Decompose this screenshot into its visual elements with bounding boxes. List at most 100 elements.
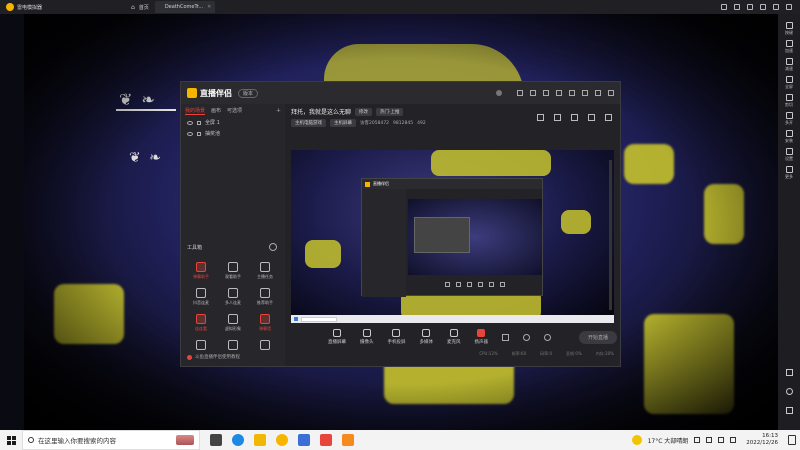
control-mic[interactable]: 麦克风 — [447, 329, 460, 345]
volume-icon[interactable] — [718, 437, 725, 443]
tool-item[interactable] — [249, 340, 281, 350]
room-tag[interactable]: 热门·上推 — [376, 107, 404, 116]
network-icon[interactable] — [706, 437, 713, 443]
app-icon[interactable] — [342, 434, 354, 446]
scene-item[interactable]: 全屏 1 — [187, 119, 281, 126]
lock-icon[interactable] — [197, 131, 201, 136]
start-button[interactable] — [0, 435, 22, 445]
tab-game[interactable]: DeathComeTr... ✕ — [154, 1, 215, 13]
sidebar-item-settings[interactable]: 设置 — [785, 148, 793, 162]
tool-item[interactable]: 主播任务 — [249, 262, 281, 280]
person-icon[interactable] — [694, 437, 701, 443]
ime-icon[interactable] — [730, 437, 737, 443]
add-scene-icon[interactable]: ＋ — [276, 107, 281, 115]
home-nav-icon[interactable] — [785, 388, 793, 395]
mail-icon[interactable] — [734, 4, 740, 10]
control-media[interactable]: 多媒体 — [419, 329, 433, 345]
notification-icon[interactable] — [788, 435, 796, 445]
share-icon[interactable] — [605, 114, 612, 121]
tool-label: 多人连麦 — [225, 300, 241, 305]
sidebar-item-fullscreen[interactable]: 全屏 — [785, 76, 793, 90]
maximize-icon[interactable] — [595, 90, 601, 96]
sidebar-item-install[interactable]: 安装 — [785, 130, 793, 144]
message-icon[interactable] — [517, 90, 523, 96]
gear-icon[interactable] — [543, 333, 551, 341]
tool-item[interactable]: 弹幕助手 — [185, 262, 217, 280]
record-icon[interactable] — [571, 114, 578, 121]
shirt-icon[interactable] — [556, 90, 562, 96]
version-badge[interactable]: 版本 — [238, 88, 259, 98]
clock[interactable]: 16:13 2022/12/26 — [746, 433, 778, 447]
sidebar-label: 更多 — [785, 174, 793, 179]
danmaku-icon — [196, 262, 206, 272]
folder-icon[interactable] — [254, 434, 266, 446]
maximize-icon[interactable] — [773, 4, 779, 10]
control-screen[interactable]: 直播屏幕 — [328, 329, 346, 345]
sidebar-item-multi[interactable]: 多开 — [785, 112, 793, 126]
screen-icon[interactable] — [530, 90, 536, 96]
control-camera[interactable]: 摄像头 — [360, 329, 373, 345]
weather-text[interactable]: 17°C 大部晴朗 — [648, 436, 689, 445]
menu-icon[interactable] — [569, 90, 575, 96]
close-tab-icon[interactable]: ✕ — [207, 4, 211, 10]
edit-title-button[interactable]: 修改 — [355, 107, 373, 116]
tool-item[interactable]: 多人连麦 — [217, 288, 249, 306]
category-chip[interactable]: 主机电脑游戏 — [291, 119, 326, 127]
eye-icon[interactable] — [187, 131, 193, 136]
tab-options[interactable]: 可选项 — [227, 107, 242, 115]
user-icon[interactable] — [721, 4, 727, 10]
tool-item[interactable] — [217, 340, 249, 350]
tab-home[interactable]: ⌂ 首页 — [125, 1, 155, 13]
control-speaker[interactable]: 扬声器 — [474, 329, 488, 345]
minimize-icon[interactable] — [582, 90, 588, 96]
install-icon — [785, 130, 793, 137]
minimize-icon[interactable] — [760, 4, 766, 10]
shop-icon[interactable] — [537, 114, 544, 121]
recent-apps-icon[interactable] — [785, 407, 793, 414]
tool-item[interactable]: 观看助手 — [217, 262, 249, 280]
sidebar-item-slow[interactable]: 减速 — [785, 58, 793, 72]
tool-item[interactable]: 虚拟形象 — [217, 314, 249, 332]
tool-item[interactable] — [185, 340, 217, 350]
start-live-button[interactable]: 开始直播 — [578, 330, 617, 344]
sidebar-item-more[interactable]: 更多 — [785, 166, 793, 180]
avatar[interactable] — [496, 90, 502, 96]
stream-app-taskbar-icon[interactable] — [276, 434, 288, 446]
app-icon[interactable] — [298, 434, 310, 446]
preview-highlight — [561, 210, 591, 234]
gift-icon[interactable] — [543, 90, 549, 96]
stream-preview[interactable]: 直播伴侣 — [291, 150, 614, 323]
menu-icon[interactable] — [747, 4, 753, 10]
bell-icon[interactable] — [588, 114, 595, 121]
tool-item[interactable]: 抖音连麦 — [185, 288, 217, 306]
preview-scrollbar[interactable] — [609, 160, 612, 310]
close-icon[interactable] — [786, 4, 792, 10]
sidebar-item-speed[interactable]: 加速 — [785, 40, 793, 54]
eye-icon[interactable] — [187, 120, 193, 125]
edge-icon[interactable] — [232, 434, 244, 446]
lock-icon[interactable] — [197, 120, 201, 125]
control-phone[interactable]: 手机投屏 — [387, 329, 405, 345]
weather-icon[interactable] — [631, 435, 642, 445]
task-view-icon[interactable] — [210, 434, 222, 446]
pip-icon[interactable] — [522, 333, 530, 341]
tool-item[interactable]: 推荐助手 — [249, 288, 281, 306]
tool-item[interactable]: 弹幕墙 — [249, 314, 281, 332]
tool-item[interactable]: 连连看 — [185, 314, 217, 332]
source-chip[interactable]: 主机屏幕 — [330, 119, 356, 127]
emulator-taskbar-icon[interactable] — [320, 434, 332, 446]
sidebar-item-cut[interactable]: 剪切 — [785, 94, 793, 108]
lock-icon[interactable] — [554, 114, 561, 121]
record-icon[interactable] — [501, 333, 509, 341]
taskbar-search[interactable]: 在这里输入你要搜索的内容 — [22, 430, 200, 450]
tutorial-link[interactable]: 斗鱼直播伴侣使用教程 — [187, 354, 240, 360]
scene-item[interactable]: 抽奖池 — [187, 130, 281, 137]
tab-canvas[interactable]: 画布 — [211, 107, 221, 115]
sidebar-item-keyboard[interactable]: 按键 — [785, 22, 793, 36]
control-label: 直播屏幕 — [327, 340, 346, 345]
sidebar-label: 多开 — [785, 120, 793, 125]
more-tools-icon[interactable] — [269, 243, 277, 251]
close-icon[interactable] — [608, 90, 614, 96]
tab-my-scenes[interactable]: 我的场景 — [185, 107, 206, 115]
back-icon[interactable] — [785, 369, 793, 376]
